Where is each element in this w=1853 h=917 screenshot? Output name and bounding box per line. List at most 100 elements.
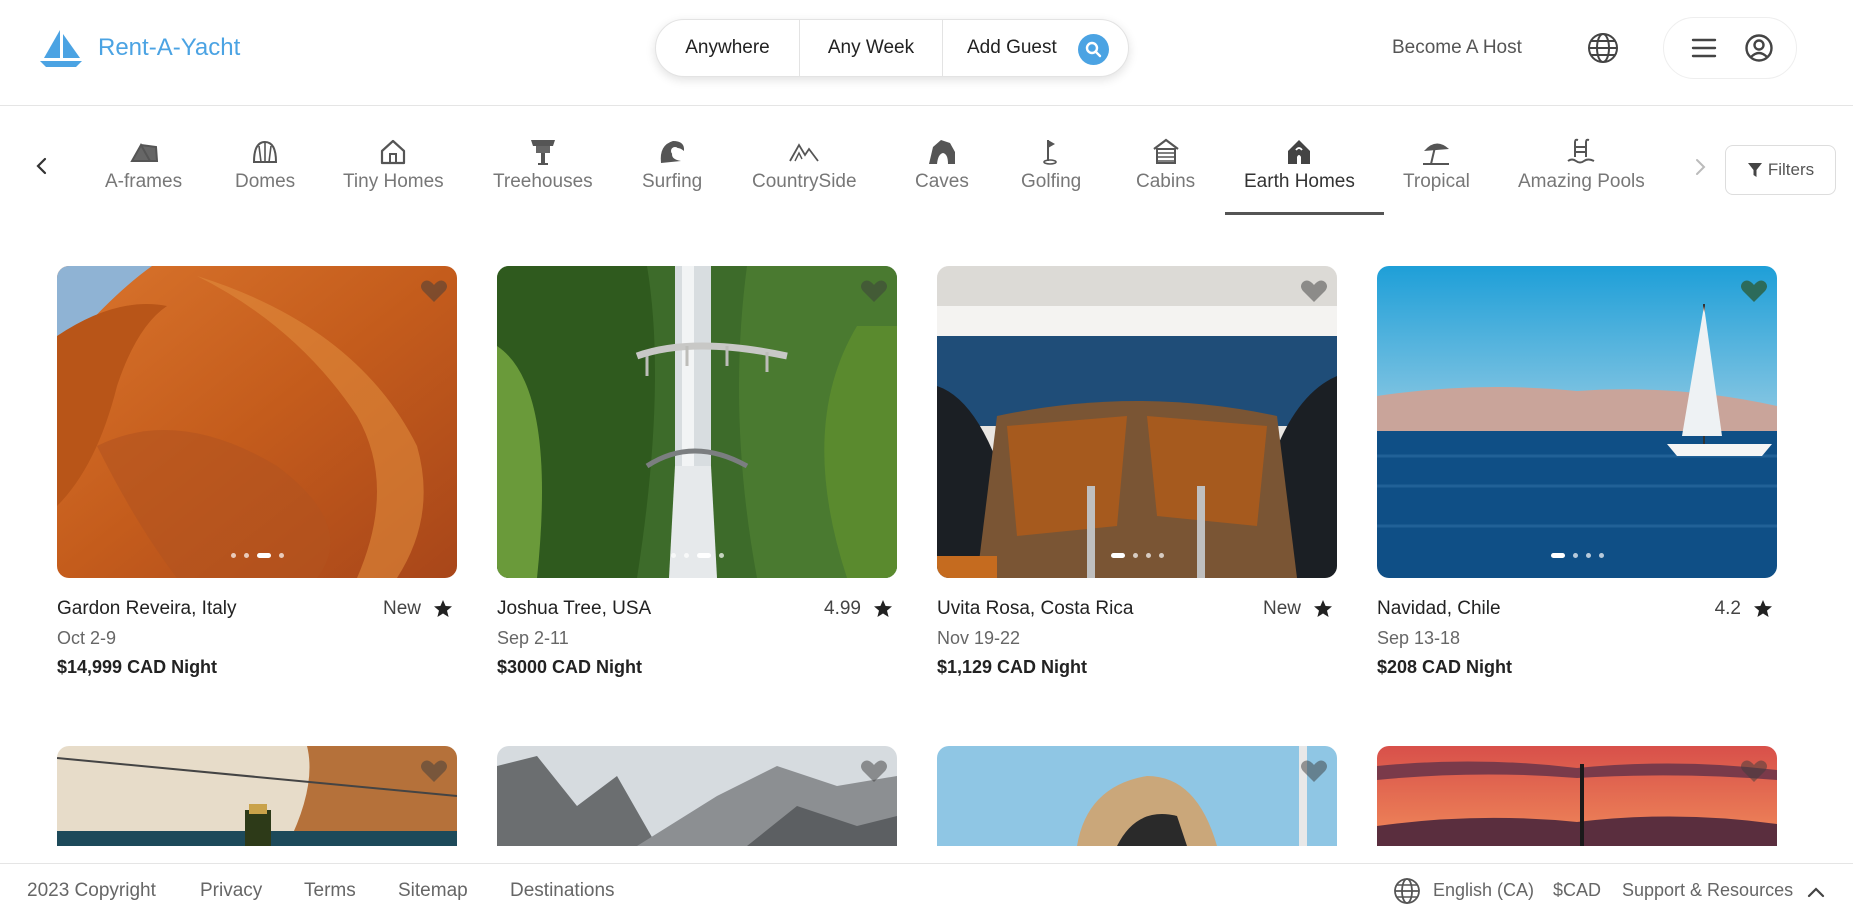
user-menu-button[interactable] [1663,17,1797,79]
carousel-dot-active[interactable] [696,553,711,558]
filters-button[interactable]: Filters [1725,145,1836,195]
category-cabins[interactable]: Cabins [1136,137,1195,193]
carousel-dot[interactable] [230,553,236,558]
listing-price: $3000 CAD Night [497,657,643,677]
carousel-dot[interactable] [1145,553,1151,558]
listing-photo[interactable] [1377,746,1777,846]
earth-home-icon [1288,140,1311,164]
listing-photo[interactable] [57,746,457,846]
yacht-deck-photo [937,266,1337,578]
listing-card[interactable]: Uvita Rosa, Costa Rica New Nov 19-22 $1,… [937,266,1337,678]
chevron-right-icon[interactable] [1688,155,1712,179]
search-where-button[interactable]: Anywhere [656,20,800,76]
listing-photo[interactable] [57,266,457,578]
become-host-link[interactable]: Become A Host [1392,37,1522,59]
carousel-dot[interactable] [1598,553,1604,558]
listing-photo[interactable] [1377,266,1777,578]
category-earth-homes[interactable]: Earth Homes [1244,137,1355,193]
carousel-dot[interactable] [718,553,724,558]
listing-card[interactable]: Joshua Tree, USA 4.99 Sep 2-11 $3000 CAD… [497,266,897,678]
brand-name: Rent-A-Yacht [98,34,241,61]
tropical-icon [1423,143,1450,165]
globe-icon[interactable] [1392,876,1422,906]
footer-link-privacy[interactable]: Privacy [200,880,262,902]
footer-currency[interactable]: $CAD [1553,880,1601,901]
category-label: Domes [235,171,296,192]
carousel-dot[interactable] [1572,553,1578,558]
listing-header-row: Gardon Reveira, Italy New [57,598,457,620]
category-label: A-frames [105,171,183,192]
carousel-dot[interactable] [1132,553,1138,558]
carousel-dot-active[interactable] [1550,553,1565,558]
footer-link-sitemap[interactable]: Sitemap [398,880,468,902]
heart-favorite-icon[interactable] [419,276,449,306]
listing-card[interactable]: Gardon Reveira, Italy New Oct 2-9 $14,99… [57,266,457,678]
carousel-dot[interactable] [1585,553,1591,558]
listing-dates: Sep 13-18 [1377,628,1461,648]
carousel-dot-active[interactable] [1110,553,1125,558]
search-when-button[interactable]: Any Week [800,20,943,76]
category-label: Tiny Homes [343,171,444,192]
listing-card[interactable] [497,746,897,846]
star-icon [1314,600,1332,617]
search-bar[interactable]: Anywhere Any Week Add Guest [655,19,1129,77]
category-label: Tropical [1403,171,1470,192]
carousel-dot[interactable] [670,553,676,558]
category-domes[interactable]: Domes [235,137,295,193]
chevron-left-icon[interactable] [30,154,54,178]
heart-favorite-icon[interactable] [859,756,889,786]
cave-icon [928,140,955,164]
category-amazing-pools[interactable]: Amazing Pools [1518,137,1645,193]
category-tropical[interactable]: Tropical [1403,137,1470,193]
carousel-dot[interactable] [278,553,284,558]
sailboat-logo-icon [40,30,82,67]
category-caves[interactable]: Caves [915,137,969,193]
heart-favorite-icon[interactable] [1299,756,1329,786]
heart-favorite-icon[interactable] [419,756,449,786]
carousel-dot[interactable] [1158,553,1164,558]
globe-icon[interactable] [1586,31,1620,65]
active-category-underline [1225,212,1384,215]
golf-icon [1043,140,1057,165]
footer-support-link[interactable]: Support & Resources [1622,880,1793,901]
carousel-dot-active[interactable] [256,553,271,558]
heart-favorite-icon[interactable] [1739,276,1769,306]
listing-rating-value: New [382,598,421,619]
listing-rating: 4.99 [824,598,897,620]
listing-card[interactable] [57,746,457,846]
brand-logo[interactable]: Rent-A-Yacht [38,28,240,68]
coast-champagne-photo [57,746,457,846]
heart-favorite-icon[interactable] [859,276,889,306]
chevron-up-icon[interactable] [1804,880,1828,904]
listing-photo[interactable] [497,746,897,846]
listing-card[interactable] [937,746,1337,846]
category-surfing[interactable]: Surfing [642,137,702,193]
listing-card[interactable] [1377,746,1777,846]
footer-link-terms[interactable]: Terms [304,880,356,902]
listing-photo[interactable] [937,746,1337,846]
heart-favorite-icon[interactable] [1739,756,1769,786]
cabin-icon [1152,138,1179,164]
listing-photo[interactable] [937,266,1337,578]
footer-language[interactable]: English (CA) [1433,880,1534,901]
listing-rating: 4.2 [1715,598,1777,620]
search-submit-button[interactable] [1078,34,1109,65]
carousel-dots [1377,553,1777,558]
listing-header-row: Navidad, Chile 4.2 [1377,598,1777,620]
listing-card[interactable]: Navidad, Chile 4.2 Sep 13-18 $208 CAD Ni… [1377,266,1777,678]
carousel-dot[interactable] [243,553,249,558]
footer-link-destinations[interactable]: Destinations [510,880,615,902]
heart-favorite-icon[interactable] [1299,276,1329,306]
dome-icon [253,140,278,163]
treehouse-icon [530,140,555,165]
category-golfing[interactable]: Golfing [1021,137,1081,193]
category-tiny-homes[interactable]: Tiny Homes [343,137,444,193]
category-countryside[interactable]: CountrySide [752,137,857,193]
listing-photo[interactable] [497,266,897,578]
category-treehouses[interactable]: Treehouses [493,137,593,193]
category-a-frames[interactable]: A-frames [105,137,182,193]
carousel-dot[interactable] [683,553,689,558]
user-avatar-icon [1745,34,1773,62]
search-icon [1085,41,1102,58]
carousel-dots [57,553,457,558]
